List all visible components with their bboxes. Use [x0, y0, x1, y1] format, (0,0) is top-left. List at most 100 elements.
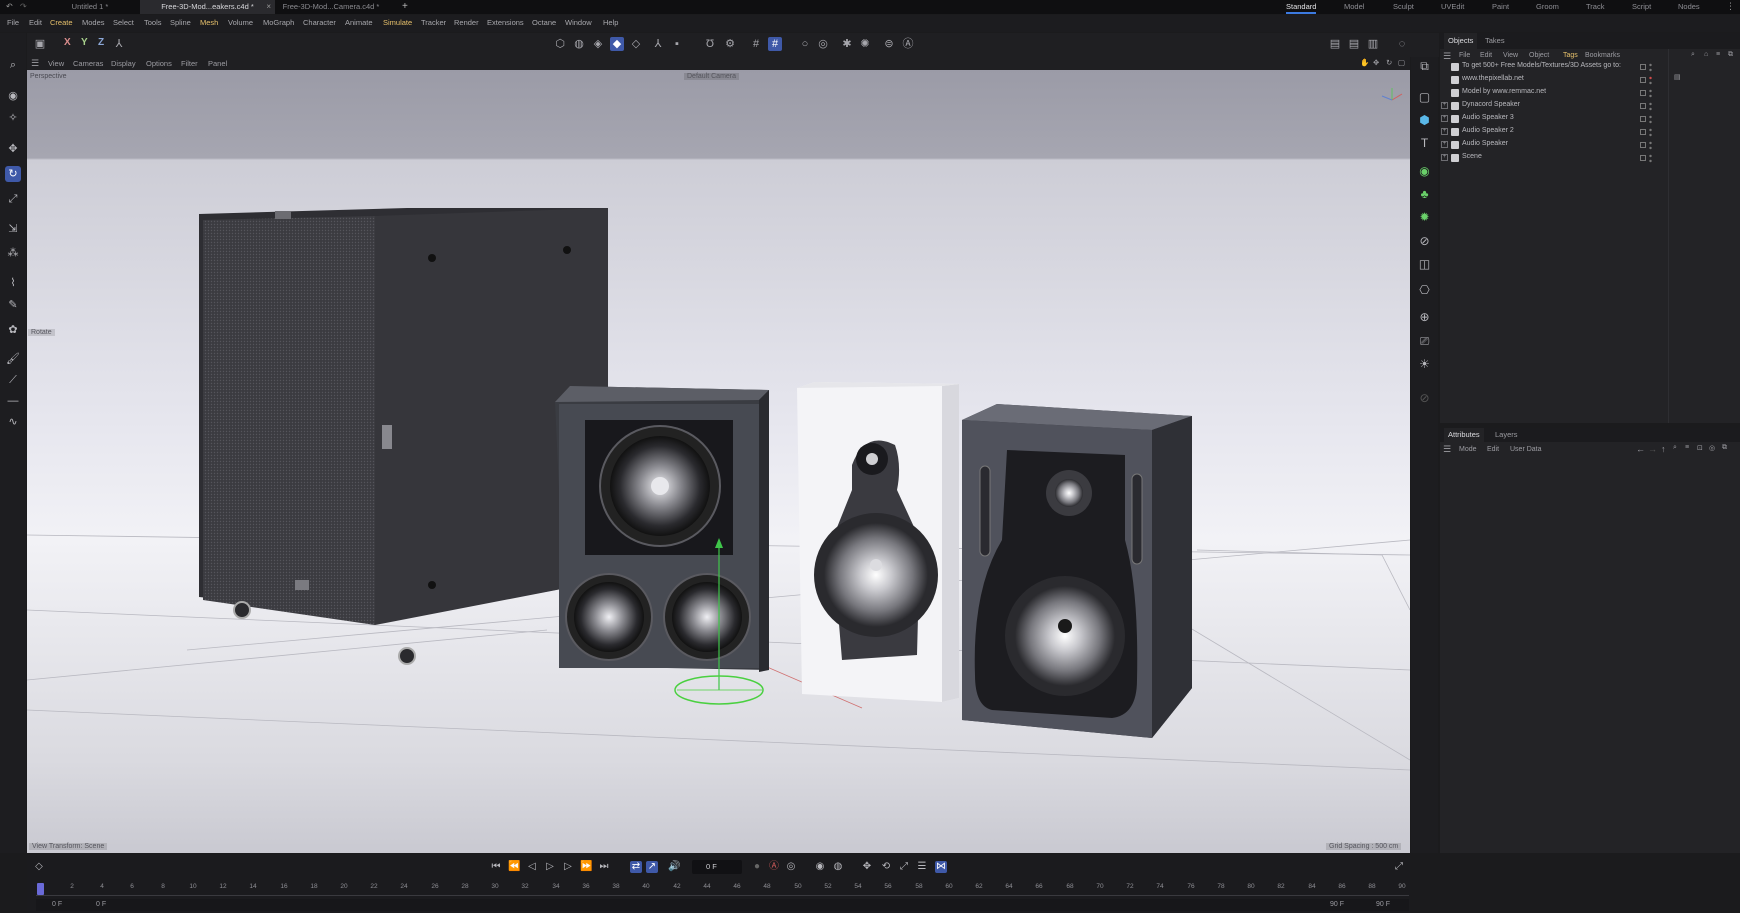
key-scale-icon[interactable]: ⤢ [898, 861, 910, 873]
key-position-icon[interactable]: ✥ [861, 861, 873, 873]
text-tool-icon[interactable]: T [1416, 135, 1433, 152]
menu-mesh[interactable]: Mesh [200, 18, 218, 27]
spline-pen-icon[interactable]: ⌇ [5, 275, 21, 291]
up-arrow-icon[interactable]: ↑ [1661, 444, 1666, 454]
expand-icon[interactable]: + [1441, 115, 1448, 122]
visibility-toggle[interactable] [1640, 90, 1646, 96]
viewport-menu-view[interactable]: View [48, 59, 64, 68]
search-icon[interactable]: ⌕ [1691, 51, 1695, 59]
menu-spline[interactable]: Spline [170, 18, 191, 27]
expand-icon[interactable]: + [1441, 154, 1448, 161]
menu-simulate[interactable]: Simulate [383, 18, 412, 27]
rotate-view-icon[interactable]: ↻ [1386, 58, 1392, 67]
menu-octane[interactable]: Octane [532, 18, 556, 27]
back-arrow-icon[interactable]: ← [1636, 444, 1645, 454]
render-region-icon[interactable]: ○ [798, 37, 812, 51]
hamburger-icon[interactable]: ☰ [1443, 444, 1451, 455]
environment-icon[interactable]: ⊕ [1416, 309, 1433, 326]
grid-snap-icon[interactable]: # [768, 37, 782, 51]
render-settings-icon[interactable]: ▥ [1366, 37, 1380, 51]
timeline-expand-icon[interactable]: ⤢ [1393, 861, 1405, 873]
previous-frame-icon[interactable]: ◁ [526, 861, 538, 873]
frame-range-bar[interactable]: 0 F 0 F 90 F 90 F [36, 899, 1409, 911]
objects-menu-edit[interactable]: Edit [1480, 52, 1492, 59]
light-icon[interactable]: ✺ [858, 37, 872, 51]
menu-tools[interactable]: Tools [144, 18, 162, 27]
key-param-icon[interactable]: ☰ [916, 861, 928, 873]
visibility-toggle[interactable] [1640, 142, 1646, 148]
objects-menu-object[interactable]: Object [1529, 52, 1549, 59]
layer-dots-icon[interactable] [1649, 141, 1652, 150]
key-rotation-icon[interactable]: ⟲ [880, 861, 892, 873]
viewport-menu-panel[interactable]: Panel [208, 59, 227, 68]
menu-animate[interactable]: Animate [345, 18, 373, 27]
object-item[interactable]: + Audio Speaker 3 [1440, 113, 1652, 126]
viewport-menu-display[interactable]: Display [111, 59, 136, 68]
workplane-icon[interactable]: # [749, 37, 763, 51]
objects-menu-tags[interactable]: Tags [1563, 52, 1578, 59]
points-mode-icon[interactable]: ◈ [591, 37, 605, 51]
previous-key-icon[interactable]: ⏪ [508, 861, 520, 873]
menu-tracker[interactable]: Tracker [421, 18, 446, 27]
axis-z-toggle[interactable]: Z [98, 37, 104, 48]
search-icon[interactable]: ⌕ [5, 57, 21, 73]
view-layout-icon[interactable]: ⧉ [1416, 58, 1433, 75]
doc-tab-speakers[interactable]: Free-3D-Mod...eakers.c4d * × [140, 0, 275, 14]
knife-tool-icon[interactable]: ⟋ [5, 372, 21, 388]
menu-edit[interactable]: Edit [29, 18, 42, 27]
spline-sketch-icon[interactable]: ✎ [5, 297, 21, 313]
undo-icon[interactable]: ↶ [6, 2, 13, 11]
object-item[interactable]: + Audio Speaker 2 [1440, 126, 1652, 139]
magnet-tool-icon[interactable]: ∿ [5, 414, 21, 430]
camera-label[interactable]: Default Camera [684, 73, 740, 80]
render-view-icon[interactable]: ▤ [1328, 37, 1342, 51]
more-icon[interactable]: ⋮ [1726, 1, 1735, 12]
layer-dots-icon[interactable] [1649, 154, 1652, 163]
layer-dots-icon[interactable] [1649, 89, 1652, 98]
expand-icon[interactable]: + [1441, 141, 1448, 148]
transform-tool-icon[interactable]: ⇲ [5, 221, 21, 237]
search-icon[interactable]: ⌕ [1673, 444, 1677, 452]
objects-menu-view[interactable]: View [1503, 52, 1518, 59]
scale-tool-icon[interactable]: ⤢ [5, 191, 21, 207]
close-icon[interactable]: × [266, 0, 271, 14]
menu-character[interactable]: Character [303, 18, 336, 27]
live-selection-icon[interactable]: ✧ [5, 110, 21, 126]
symmetry-icon[interactable]: ✱ [840, 37, 854, 51]
move-view-icon[interactable]: ✥ [1373, 58, 1379, 67]
deformer-icon[interactable]: ✹ [1416, 209, 1433, 226]
tab-attributes[interactable]: Attributes [1444, 428, 1484, 442]
new-window-icon[interactable]: ⧉ [1722, 444, 1727, 452]
menu-render[interactable]: Render [454, 18, 479, 27]
filter-icon[interactable]: ≡ [1716, 51, 1720, 58]
objects-menu-bookmarks[interactable]: Bookmarks [1585, 52, 1620, 59]
model-mode-icon[interactable]: ⬡ [553, 37, 567, 51]
filter-icon[interactable]: ≡ [1685, 444, 1689, 451]
layout-uvedit[interactable]: UVEdit [1441, 0, 1464, 14]
viewport-menu-options[interactable]: Options [146, 59, 172, 68]
go-to-start-icon[interactable]: ⏮ [490, 861, 502, 873]
range-start-field[interactable]: 0 F [52, 901, 62, 908]
layout-paint[interactable]: Paint [1492, 0, 1509, 14]
auto-key-icon[interactable]: Ⓐ [768, 861, 780, 873]
rotate-tool-icon[interactable]: ↻ [5, 166, 21, 182]
layout-sculpt[interactable]: Sculpt [1393, 0, 1414, 14]
mesh-mode-icon[interactable]: ◍ [572, 37, 586, 51]
paint-icon[interactable]: ✿ [5, 322, 21, 338]
undo-history-icon[interactable]: ▣ [33, 37, 47, 51]
new-tab-button[interactable]: + [402, 1, 408, 12]
new-window-icon[interactable]: ⧉ [1728, 51, 1733, 59]
tab-objects[interactable]: Objects [1444, 33, 1478, 49]
layout-model[interactable]: Model [1344, 0, 1364, 14]
layer-dots-icon[interactable] [1649, 102, 1652, 111]
move-tool-icon[interactable]: ✥ [5, 141, 21, 157]
lock-icon[interactable]: ⊡ [1697, 444, 1703, 452]
null-object-icon[interactable]: ▢ [1416, 89, 1433, 106]
doc-tab-camera[interactable]: Free-3D-Mod...Camera.c4d * [276, 0, 386, 14]
viewport-menu-filter[interactable]: Filter [181, 59, 198, 68]
menu-volume[interactable]: Volume [228, 18, 253, 27]
menu-file[interactable]: File [7, 18, 19, 27]
layout-standard[interactable]: Standard [1286, 0, 1317, 14]
playback-rate-icon[interactable]: ↗ [646, 861, 658, 873]
visibility-toggle[interactable] [1640, 155, 1646, 161]
